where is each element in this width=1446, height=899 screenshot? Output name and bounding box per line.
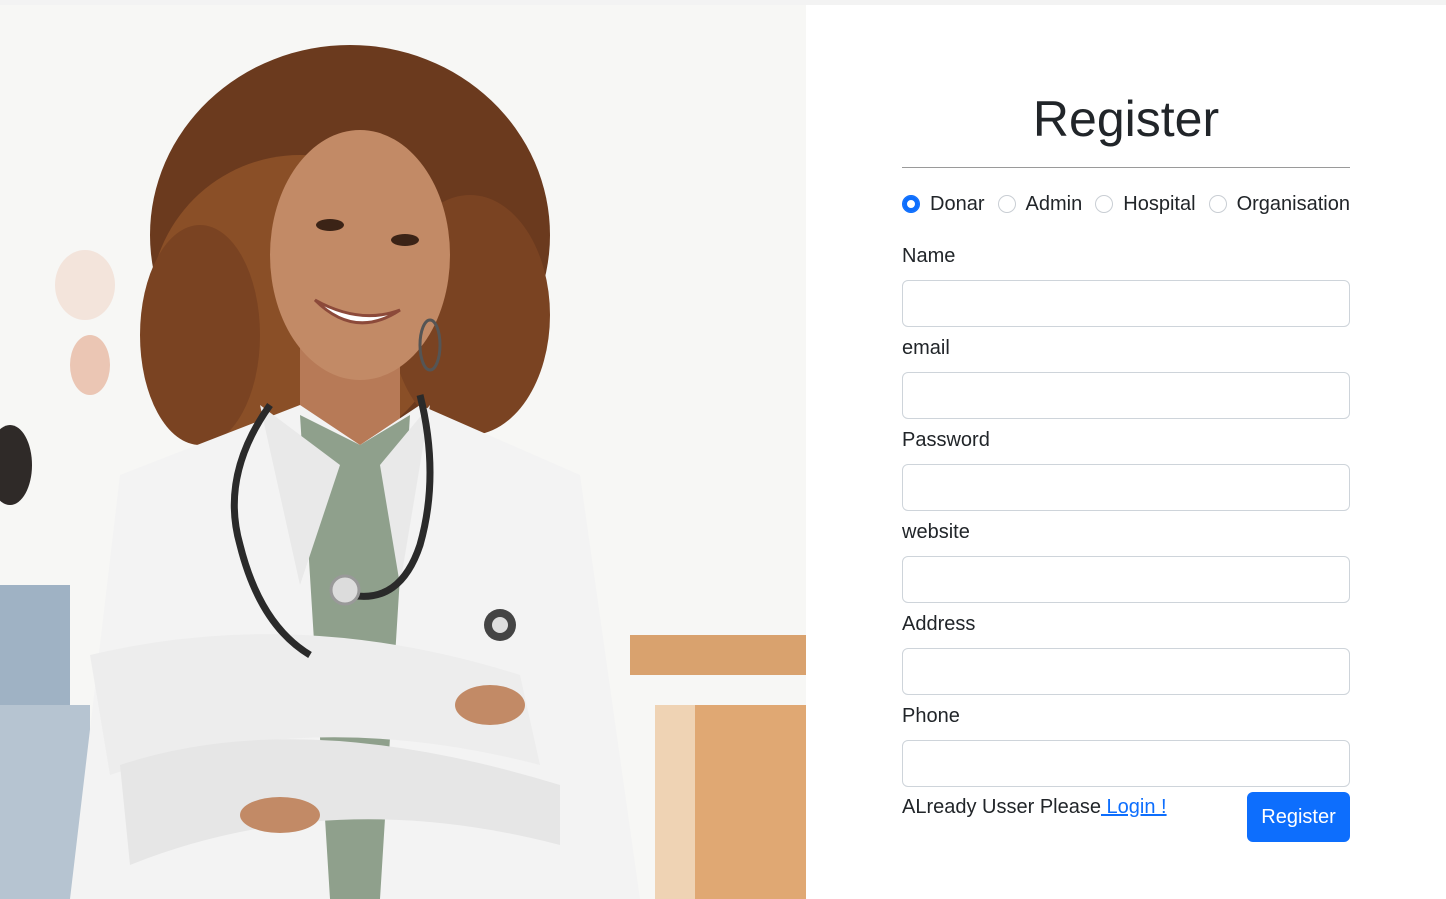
login-prompt: ALready Usser Please Login !	[902, 796, 1167, 819]
role-label-organisation: Organisation	[1236, 192, 1350, 215]
radio-hospital[interactable]	[1095, 195, 1114, 213]
role-label-hospital: Hospital	[1123, 192, 1196, 215]
doctor-illustration	[0, 5, 806, 899]
doctor-photo	[0, 5, 806, 899]
role-option-admin[interactable]: Admin	[997, 192, 1083, 216]
password-label: Password	[902, 429, 990, 451]
website-input[interactable]	[902, 556, 1350, 603]
address-label: Address	[902, 613, 976, 635]
radio-organisation[interactable]	[1208, 195, 1227, 213]
radio-donar[interactable]	[902, 195, 920, 213]
phone-label: Phone	[902, 705, 960, 727]
role-option-hospital[interactable]: Hospital	[1095, 192, 1196, 216]
role-option-organisation[interactable]: Organisation	[1208, 192, 1350, 216]
radio-admin[interactable]	[997, 195, 1016, 213]
password-input[interactable]	[902, 464, 1350, 511]
name-label: Name	[902, 245, 956, 267]
role-label-admin: Admin	[1025, 192, 1083, 215]
page-title: Register	[1032, 91, 1220, 147]
address-input[interactable]	[902, 648, 1350, 695]
phone-input[interactable]	[902, 740, 1350, 787]
website-label: website	[902, 521, 970, 543]
login-prompt-text: ALready Usser Please	[902, 796, 1101, 818]
role-option-donar[interactable]: Donar	[902, 193, 984, 216]
register-button[interactable]: Register	[1247, 792, 1350, 842]
login-link[interactable]: Login !	[1101, 796, 1167, 818]
email-label: email	[902, 337, 950, 359]
email-input[interactable]	[902, 372, 1350, 419]
role-label-donar: Donar	[930, 192, 985, 215]
role-radio-group: Donar Admin Hospital Organisation	[902, 192, 1350, 216]
title-divider	[902, 167, 1350, 168]
name-input[interactable]	[902, 280, 1350, 327]
